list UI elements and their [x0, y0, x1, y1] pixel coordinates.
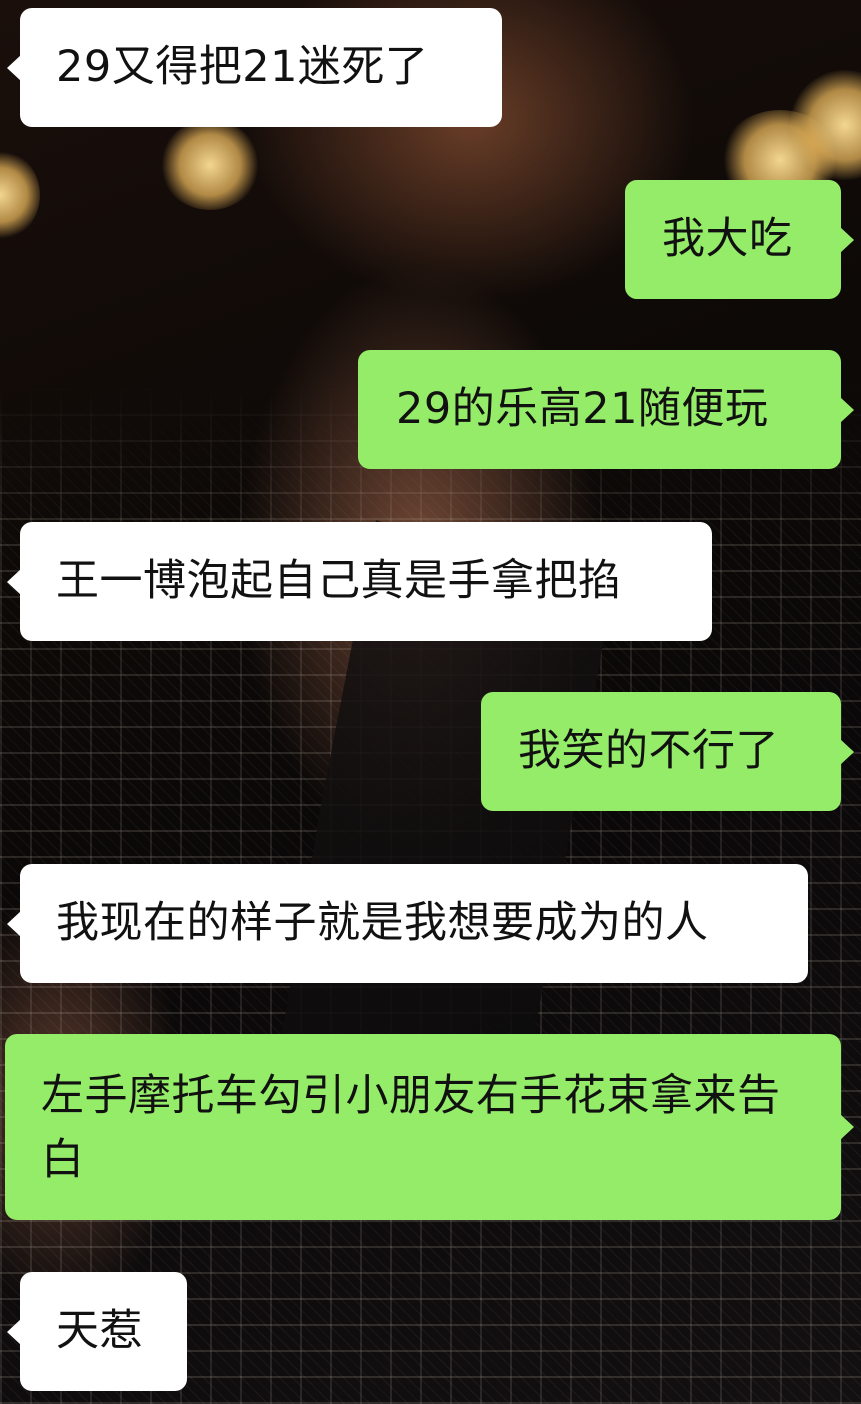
message-text: 我现在的样子就是我想要成为的人: [56, 898, 709, 948]
message-text: 天惹: [56, 1306, 143, 1356]
message-text: 左手摩托车勾引小朋友右手花束拿来告白: [41, 1071, 781, 1185]
message-bubble-incoming[interactable]: 29又得把21迷死了: [7, 8, 502, 127]
message-bubble-incoming[interactable]: 天惹: [7, 1272, 187, 1391]
message-bubble-outgoing[interactable]: 29的乐高21随便玩: [358, 350, 854, 469]
message-bubble-incoming[interactable]: 王一博泡起自己真是手拿把掐: [7, 522, 712, 641]
message-text: 29又得把21迷死了: [56, 42, 429, 92]
message-bubble-outgoing[interactable]: 我大吃: [625, 180, 854, 299]
message-bubble-outgoing[interactable]: 左手摩托车勾引小朋友右手花束拿来告白: [5, 1034, 854, 1220]
message-text: 我笑的不行了: [518, 726, 779, 776]
message-text: 我大吃: [662, 214, 793, 264]
message-bubble-outgoing[interactable]: 我笑的不行了: [481, 692, 854, 811]
message-text: 29的乐高21随便玩: [396, 384, 769, 434]
message-text: 王一博泡起自己真是手拿把掐: [56, 556, 622, 606]
bokeh-light: [160, 120, 260, 210]
bokeh-light: [0, 150, 40, 240]
message-bubble-incoming[interactable]: 我现在的样子就是我想要成为的人: [7, 864, 808, 983]
